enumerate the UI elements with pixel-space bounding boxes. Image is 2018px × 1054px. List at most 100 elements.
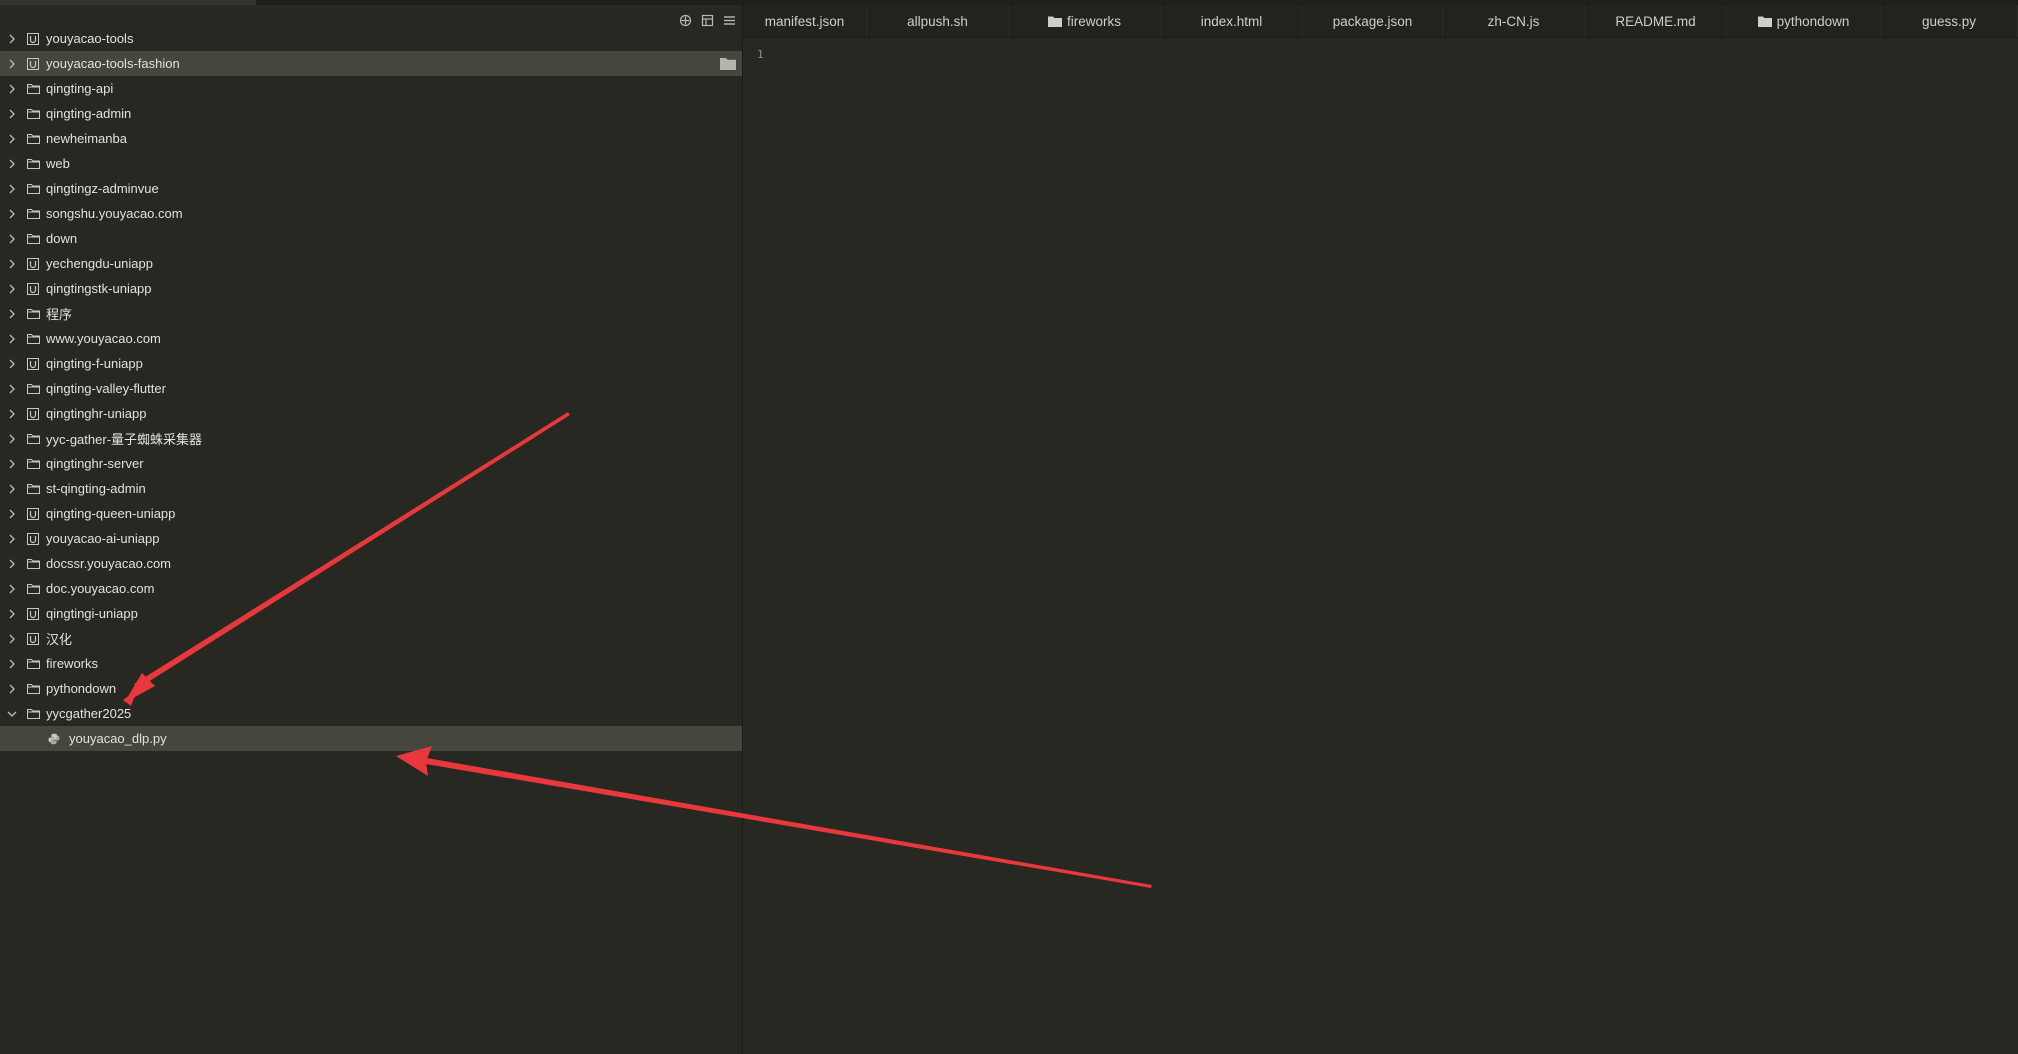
add-target-icon[interactable] [678,13,692,27]
tree-item-label: youyacao-tools [46,31,134,46]
project-icon [26,607,40,620]
chevron-right-icon[interactable] [6,183,18,195]
tree-item[interactable]: qingtingz-adminvue [0,176,742,201]
chevron-right-icon[interactable] [6,133,18,145]
tree-item-label: qingting-api [46,81,114,96]
chevron-right-icon[interactable] [6,583,18,595]
folder-icon [26,458,40,470]
folder-icon [26,708,40,720]
tree-item-label: yechengdu-uniapp [46,256,153,271]
project-icon [26,282,40,295]
tree-item[interactable]: qingting-f-uniapp [0,351,742,376]
chevron-right-icon[interactable] [6,333,18,345]
tree-item[interactable]: pythondown [0,676,742,701]
chevron-down-icon[interactable] [6,708,18,720]
chevron-right-icon[interactable] [6,483,18,495]
chevron-right-icon[interactable] [6,658,18,670]
file-tree: youyacao-tools youyacao-tools-fashion qing… [0,26,742,751]
folder-icon [1757,16,1772,27]
tree-item-label: fireworks [46,656,99,671]
tab-index-html[interactable]: index.html [1161,5,1303,37]
tree-item[interactable]: qingtinghr-uniapp [0,401,742,426]
chevron-right-icon[interactable] [6,458,18,470]
tree-item[interactable]: qingting-valley-flutter [0,376,742,401]
folder-icon [26,383,40,395]
tab-guess-py[interactable]: guess.py [1881,5,2018,37]
tree-item[interactable]: down [0,226,742,251]
tree-item[interactable]: qingting-admin [0,101,742,126]
folder-icon [26,208,40,220]
tab-zh-cn-js[interactable]: zh-CN.js [1443,5,1585,37]
collapse-icon[interactable] [700,13,714,27]
tree-item[interactable]: docssr.youyacao.com [0,551,742,576]
chevron-right-icon[interactable] [6,33,18,45]
tree-item[interactable]: web [0,151,742,176]
folder-icon [26,83,40,95]
chevron-right-icon[interactable] [6,283,18,295]
tab-package-json[interactable]: package.json [1303,5,1443,37]
tree-item[interactable]: youyacao-tools [0,26,742,51]
chevron-right-icon[interactable] [6,358,18,370]
chevron-right-icon[interactable] [6,558,18,570]
chevron-right-icon[interactable] [6,433,18,445]
tree-item[interactable]: yechengdu-uniapp [0,251,742,276]
tree-item[interactable]: youyacao-ai-uniapp [0,526,742,551]
project-icon [26,507,40,520]
tab-readme-md[interactable]: README.md [1585,5,1727,37]
tab-label: manifest.json [764,13,845,29]
tree-item-label: st-qingting-admin [46,481,146,496]
open-folder-icon[interactable] [720,57,736,70]
tree-item[interactable]: qingtingstk-uniapp [0,276,742,301]
tree-item[interactable]: 汉化 [0,626,742,651]
tree-item[interactable]: newheimanba [0,126,742,151]
tree-item[interactable]: fireworks [0,651,742,676]
chevron-right-icon[interactable] [6,383,18,395]
line-number: 1 [757,48,764,61]
chevron-right-icon[interactable] [6,58,18,70]
project-sidebar: youyacao-tools youyacao-tools-fashion qing… [0,5,742,1054]
tab-label: fireworks [1066,13,1121,29]
tree-item-label: yycgather2025 [46,706,132,721]
chevron-right-icon[interactable] [6,308,18,320]
chevron-right-icon[interactable] [6,208,18,220]
chevron-right-icon[interactable] [6,608,18,620]
tree-item[interactable]: st-qingting-admin [0,476,742,501]
chevron-right-icon[interactable] [6,233,18,245]
project-icon [26,532,40,545]
chevron-right-icon[interactable] [6,258,18,270]
tab-fireworks[interactable]: fireworks [1009,5,1161,37]
chevron-right-icon[interactable] [6,408,18,420]
tree-item[interactable]: www.youyacao.com [0,326,742,351]
tree-item[interactable]: qingting-api [0,76,742,101]
chevron-right-icon[interactable] [6,683,18,695]
tree-item[interactable]: 程序 [0,301,742,326]
chevron-right-icon[interactable] [6,108,18,120]
code-editor[interactable]: 1 [743,38,2018,1054]
tree-item[interactable]: qingting-queen-uniapp [0,501,742,526]
chevron-right-icon[interactable] [6,158,18,170]
chevron-right-icon[interactable] [6,633,18,645]
chevron-right-icon[interactable] [6,83,18,95]
python-file-icon [47,733,61,745]
tree-item-label: qingtinghr-uniapp [46,406,147,421]
tree-item[interactable]: songshu.youyacao.com [0,201,742,226]
tab-manifest-json[interactable]: manifest.json [743,5,867,37]
tree-item[interactable]: youyacao-tools-fashion [0,51,742,76]
chevron-right-icon[interactable] [6,508,18,520]
tree-item-label: qingtingz-adminvue [46,181,159,196]
tab-allpush-sh[interactable]: allpush.sh [867,5,1009,37]
folder-icon [26,158,40,170]
tree-item[interactable]: yyc-gather-量子蜘蛛采集器 [0,426,742,451]
tree-file-item[interactable]: youyacao_dlp.py [0,726,742,751]
tree-item-label: newheimanba [46,131,127,146]
chevron-right-icon[interactable] [6,533,18,545]
tree-item[interactable]: qingtinghr-server [0,451,742,476]
tree-item-label: docssr.youyacao.com [46,556,172,571]
tree-item[interactable]: yycgather2025 [0,701,742,726]
menu-icon[interactable] [722,13,736,27]
tree-item[interactable]: doc.youyacao.com [0,576,742,601]
tab-pythondown[interactable]: pythondown [1727,5,1881,37]
project-icon [26,357,40,370]
tree-item[interactable]: qingtingi-uniapp [0,601,742,626]
tree-item-label: qingting-queen-uniapp [46,506,176,521]
